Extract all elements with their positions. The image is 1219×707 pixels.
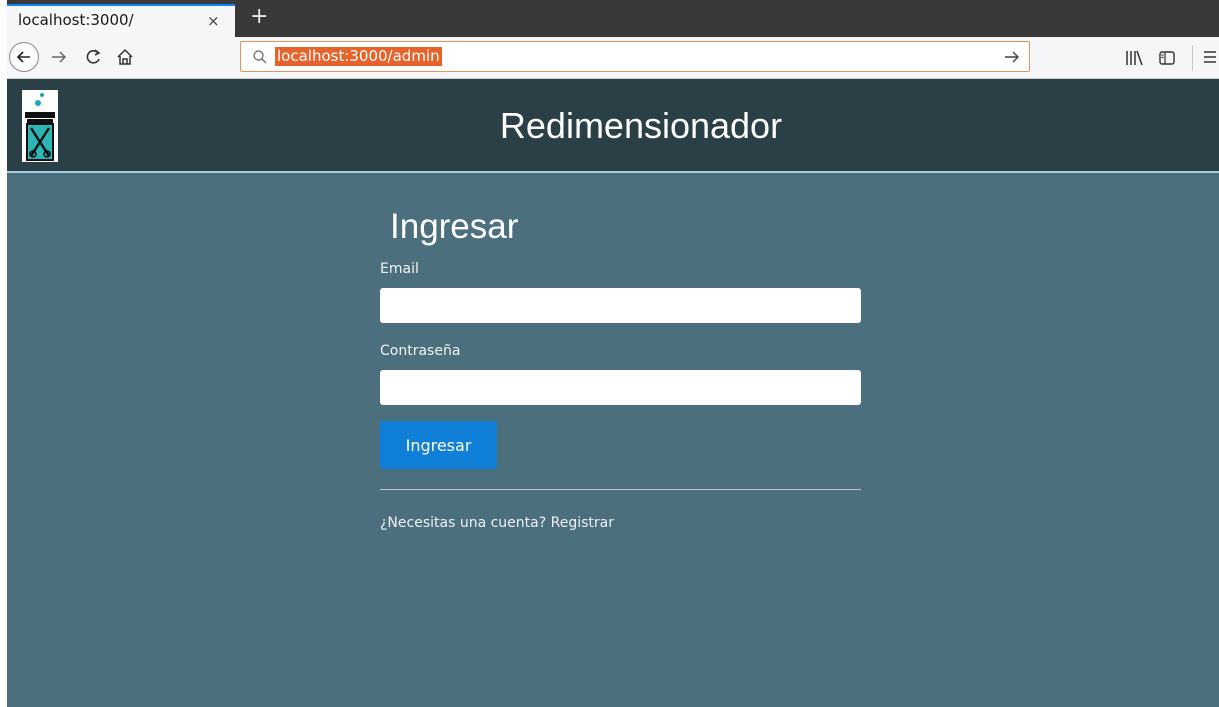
back-icon	[16, 51, 30, 63]
site-title: Redimensionador	[499, 105, 783, 146]
back-button[interactable]	[9, 42, 39, 72]
search-icon	[253, 50, 267, 64]
toolbar-separator	[1192, 45, 1193, 71]
tab-bar: localhost:3000/ × +	[7, 0, 1219, 37]
email-field[interactable]	[380, 288, 861, 323]
tab-title: localhost:3000/	[18, 11, 134, 29]
navigation-toolbar: localhost:3000/admin	[7, 37, 1219, 79]
home-icon[interactable]	[115, 47, 135, 67]
forward-icon[interactable]	[49, 47, 69, 67]
sidebar-icon[interactable]	[1158, 49, 1176, 67]
go-arrow-icon[interactable]	[1003, 49, 1021, 65]
reload-icon[interactable]	[83, 47, 103, 67]
login-submit-button[interactable]: Ingresar	[380, 421, 497, 469]
library-icon[interactable]	[1124, 49, 1144, 67]
page-body: Redimensionador Ingresar Email Contraseñ…	[7, 79, 1219, 707]
password-field[interactable]	[380, 370, 861, 405]
menu-icon[interactable]	[1202, 49, 1218, 65]
site-header: Redimensionador	[7, 79, 1219, 173]
register-link[interactable]: ¿Necesitas una cuenta? Registrar	[380, 515, 614, 531]
browser-tab[interactable]: localhost:3000/ ×	[7, 4, 235, 37]
login-heading: Ingresar	[390, 207, 519, 246]
email-label: Email	[380, 261, 419, 277]
tab-close-icon[interactable]: ×	[207, 12, 220, 30]
window-edge	[0, 0, 7, 707]
url-bar[interactable]: localhost:3000/admin	[240, 41, 1030, 72]
new-tab-button[interactable]: +	[250, 4, 268, 30]
password-label: Contraseña	[380, 343, 461, 359]
url-text[interactable]: localhost:3000/admin	[275, 47, 442, 66]
divider	[380, 489, 861, 490]
